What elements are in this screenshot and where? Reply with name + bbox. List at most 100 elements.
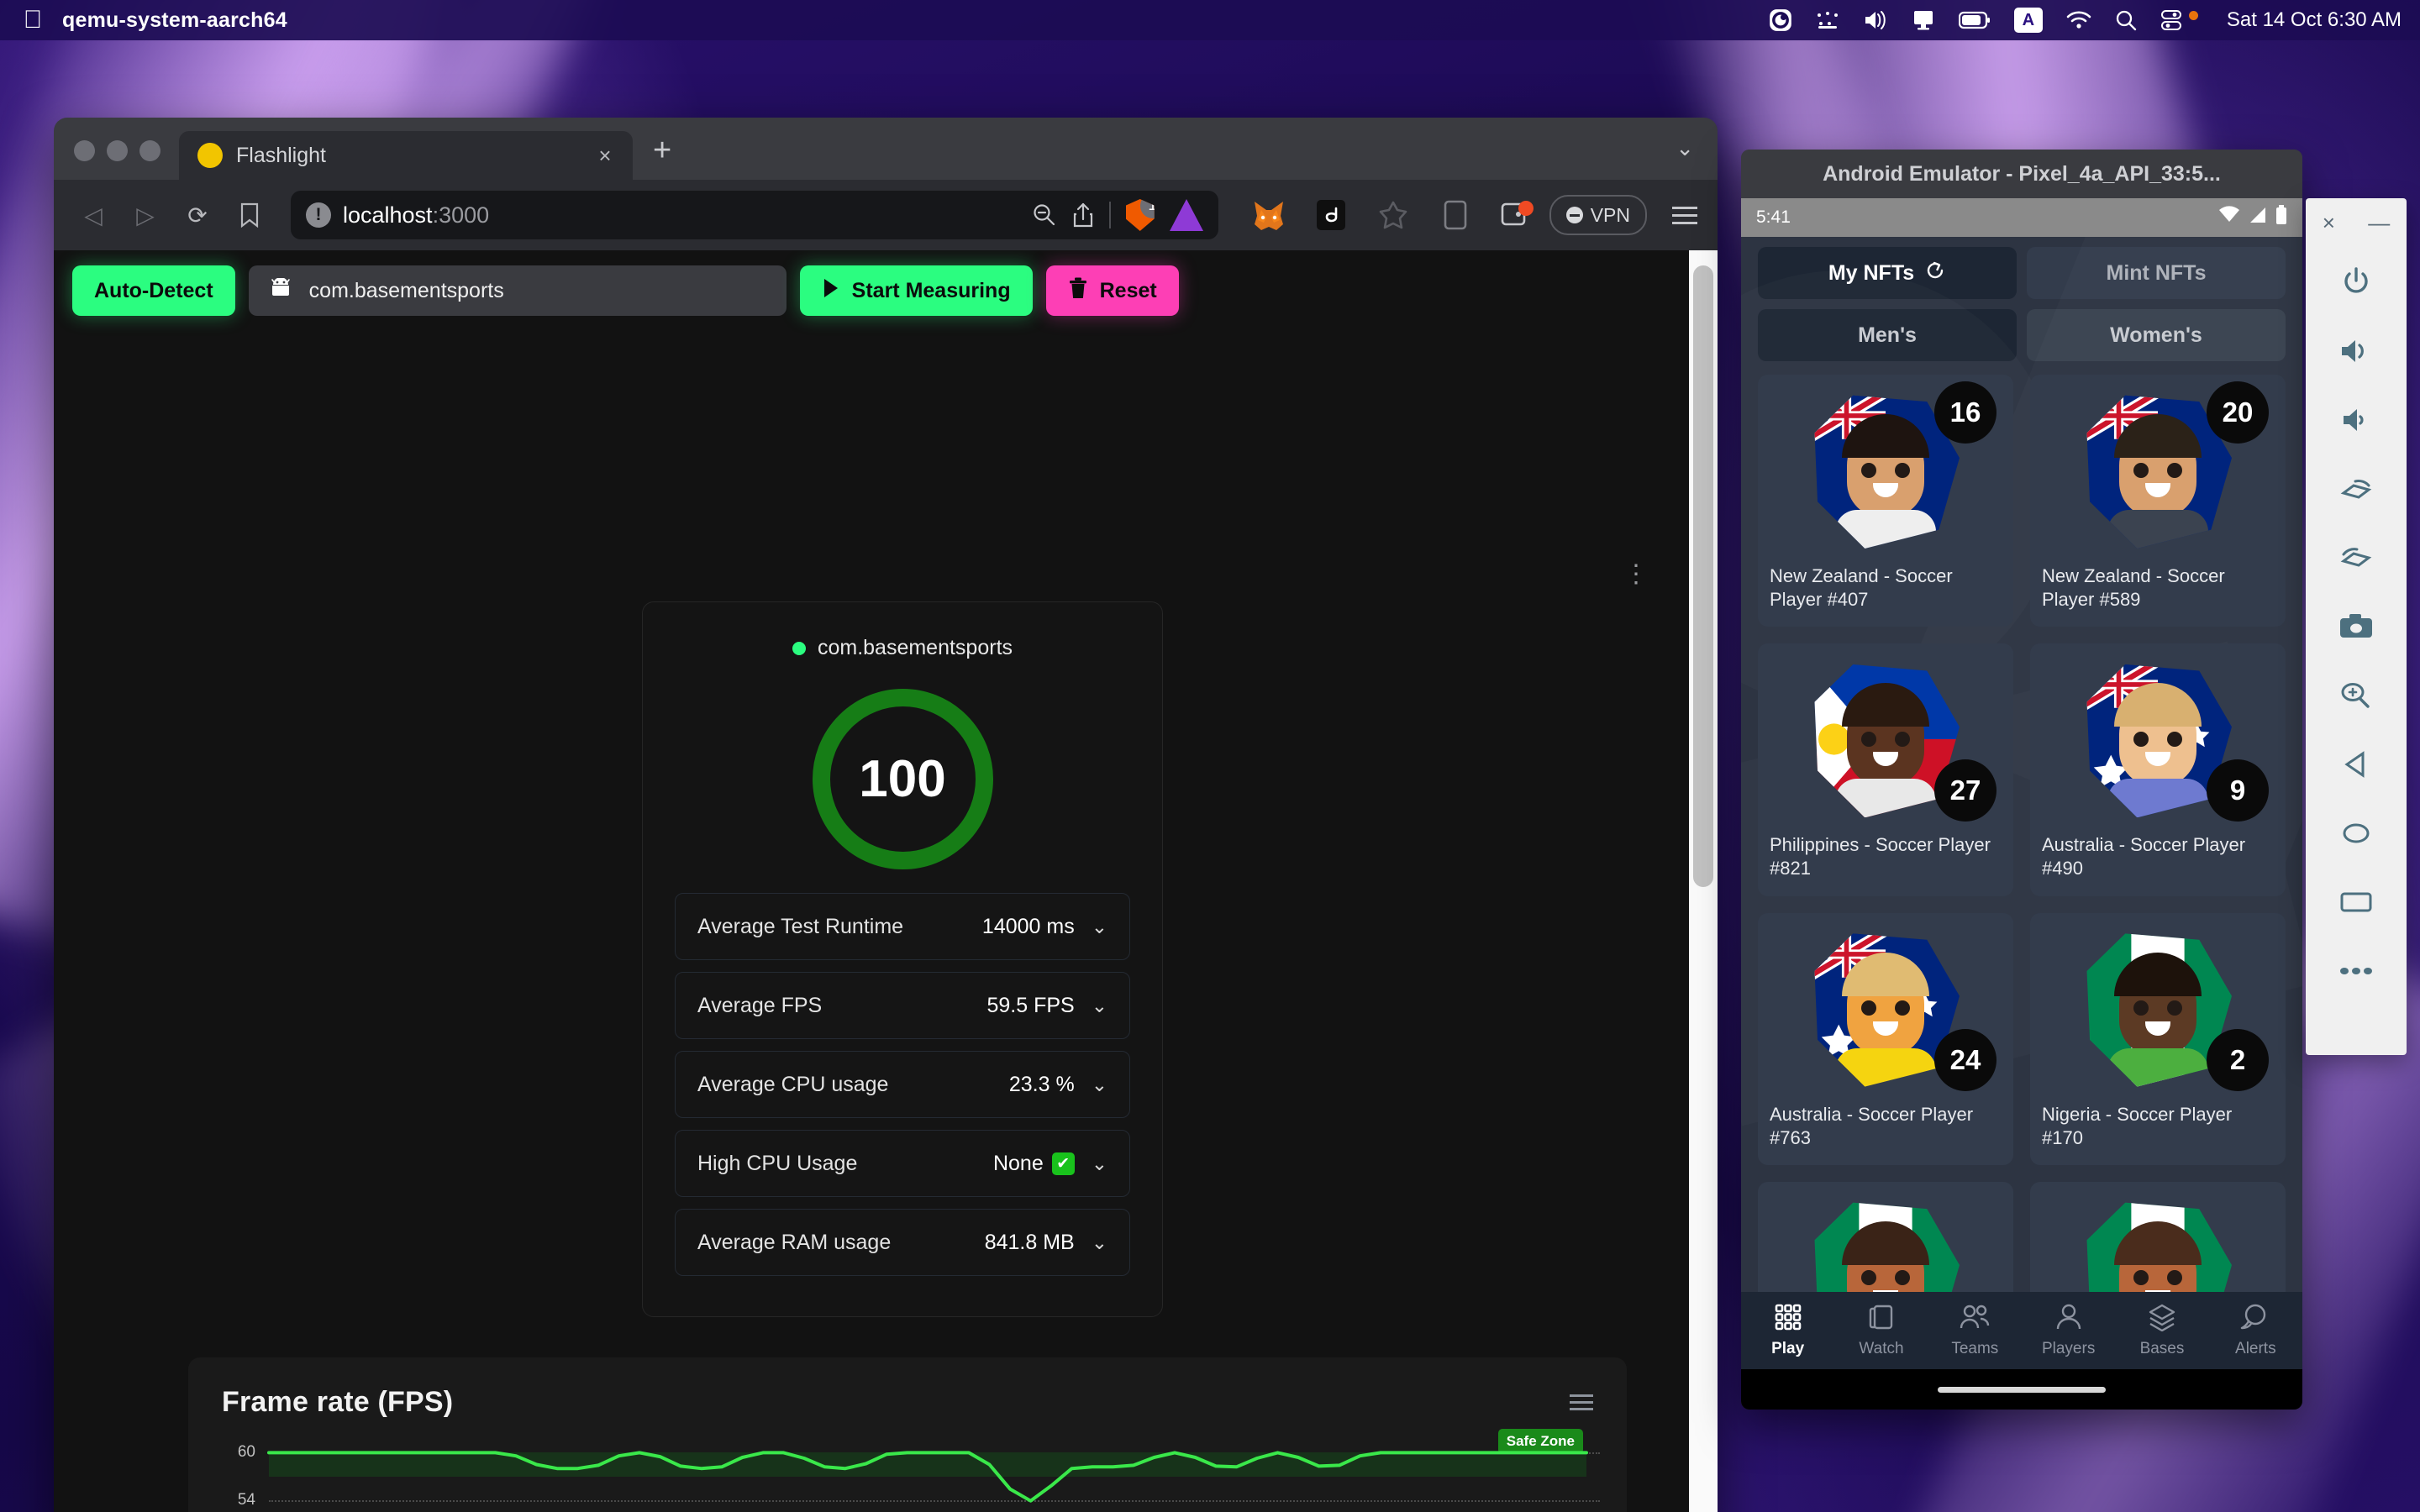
wifi-icon[interactable] <box>2066 6 2091 34</box>
chevron-down-icon[interactable]: ⌄ <box>1092 1231 1107 1254</box>
sidebar-panel-icon[interactable] <box>1437 197 1474 234</box>
nav-item-label: Bases <box>2139 1340 2185 1357</box>
chart-menu-icon[interactable] <box>1570 1394 1593 1410</box>
android-robot-icon <box>267 276 294 304</box>
nft-card[interactable]: 20 New Zealand - Soccer Player #589 <box>2030 375 2286 627</box>
back-button[interactable]: ◁ <box>74 196 113 234</box>
hamburger-menu-icon[interactable] <box>1672 206 1697 224</box>
braille-dots-icon[interactable] <box>1816 6 1839 34</box>
nav-item-alerts[interactable]: Alerts <box>2209 1303 2302 1358</box>
emulator-minimize-button[interactable]: — <box>2368 210 2390 236</box>
refresh-icon[interactable] <box>1924 260 1946 287</box>
control-center-icon[interactable] <box>2160 6 2182 34</box>
chevron-down-icon[interactable]: ⌄ <box>1092 1074 1107 1096</box>
nav-item-bases[interactable]: Bases <box>2115 1303 2208 1358</box>
score-gauge-wrap: 100 <box>675 689 1130 869</box>
nft-card[interactable]: 16 New Zealand - Soccer Player #407 <box>1758 375 2013 627</box>
browser-tab[interactable]: Flashlight × <box>179 131 633 180</box>
menubar-status-area: A Sat 14 Oct 6:30 AM <box>1769 6 2402 34</box>
search-icon[interactable] <box>2115 6 2137 34</box>
vpn-button[interactable]: VPN <box>1549 195 1647 235</box>
metric-value-text: 59.5 FPS <box>986 993 1075 1017</box>
zoom-window-button[interactable] <box>139 140 160 161</box>
zoom-out-icon[interactable] <box>1032 202 1057 228</box>
rotate-right-icon[interactable] <box>2325 523 2387 592</box>
package-name-field[interactable]: com.basementsports <box>248 265 786 316</box>
score-gauge: 100 <box>812 689 993 869</box>
power-icon[interactable] <box>2325 248 2387 317</box>
metric-value: 841.8 MB <box>985 1231 1075 1255</box>
metric-label: High CPU Usage <box>697 1151 858 1175</box>
nft-card[interactable]: 24 Australia - Soccer Player #763 <box>1758 912 2013 1165</box>
nft-card[interactable]: 27 Philippines - Soccer Player #821 <box>1758 643 2013 896</box>
volume-icon[interactable] <box>1863 6 1888 34</box>
nav-item-players[interactable]: Players <box>2022 1303 2115 1358</box>
nav-item-teams[interactable]: Teams <box>1928 1303 2022 1358</box>
page-scrollbar-thumb[interactable] <box>1693 265 1713 887</box>
metric-row[interactable]: High CPU Usage None ✔ ⌄ <box>675 1130 1130 1197</box>
star-outline-icon[interactable] <box>1375 197 1412 234</box>
nav-item-watch[interactable]: Watch <box>1834 1303 1928 1358</box>
more-vertical-icon[interactable]: ⋮ <box>1623 562 1649 586</box>
share-icon[interactable] <box>1072 202 1094 228</box>
volume-up-icon[interactable] <box>2325 317 2387 386</box>
bookmark-icon[interactable] <box>230 196 269 234</box>
battery-icon[interactable] <box>1958 6 1991 34</box>
emulator-close-button[interactable]: × <box>2323 210 2335 236</box>
metric-label: Average FPS <box>697 993 823 1017</box>
menubar-clock[interactable]: Sat 14 Oct 6:30 AM <box>2227 8 2402 32</box>
more-dots-icon[interactable] <box>2325 937 2387 1005</box>
back-triangle-icon[interactable] <box>2325 730 2387 799</box>
reload-button[interactable]: ⟳ <box>178 196 217 234</box>
metric-label: Average CPU usage <box>697 1072 889 1096</box>
reset-label: Reset <box>1099 278 1157 302</box>
emulator-window-controls: × — <box>2306 207 2407 248</box>
aave-ghost-icon[interactable] <box>1313 197 1349 234</box>
metrics-card: com.basementsports 100 Average Test Runt… <box>642 601 1163 1317</box>
metric-value: 23.3 % <box>1009 1073 1075 1097</box>
close-window-button[interactable] <box>74 140 95 161</box>
new-tab-button[interactable]: + <box>633 134 687 180</box>
nav-item-play[interactable]: Play <box>1741 1303 1834 1358</box>
triangle-logo-icon[interactable] <box>1169 199 1203 231</box>
forward-button[interactable]: ▷ <box>126 196 165 234</box>
reset-button[interactable]: Reset <box>1045 265 1179 316</box>
chevron-down-icon[interactable]: ⌄ <box>1092 995 1107 1017</box>
gesture-pill[interactable] <box>1938 1386 2106 1393</box>
overview-square-icon[interactable] <box>2325 868 2387 937</box>
close-tab-button[interactable]: × <box>592 143 618 169</box>
screen-recorder-icon[interactable] <box>1769 6 1792 34</box>
screenshot-camera-icon[interactable] <box>2325 592 2387 661</box>
input-source-icon[interactable]: A <box>2013 8 2043 33</box>
zoom-in-icon[interactable] <box>2325 661 2387 730</box>
brave-shields-icon[interactable]: 1 <box>1125 199 1155 231</box>
display-icon[interactable] <box>1912 6 1935 34</box>
nft-card[interactable]: 9 Australia - Soccer Player #490 <box>2030 643 2286 896</box>
nav-item-label: Teams <box>1951 1340 1999 1357</box>
wallet-icon[interactable] <box>1499 197 1536 234</box>
metric-row[interactable]: Average RAM usage 841.8 MB ⌄ <box>675 1209 1130 1276</box>
nft-card[interactable]: 2 Nigeria - Soccer Player #170 <box>2030 912 2286 1165</box>
metric-value: 59.5 FPS <box>986 994 1074 1018</box>
metric-label: Average Test Runtime <box>697 914 904 938</box>
metric-row[interactable]: Average FPS 59.5 FPS ⌄ <box>675 972 1130 1039</box>
start-measuring-label: Start Measuring <box>851 278 1011 302</box>
start-measuring-button[interactable]: Start Measuring <box>799 265 1033 316</box>
rotate-left-icon[interactable] <box>2325 454 2387 523</box>
chevron-down-icon[interactable]: ⌄ <box>1092 916 1107 938</box>
window-traffic-lights[interactable] <box>74 140 179 180</box>
minimize-window-button[interactable] <box>107 140 128 161</box>
chevron-down-icon[interactable]: ⌄ <box>1676 135 1718 180</box>
address-bar[interactable]: ! localhost:3000 1 <box>291 191 1218 239</box>
android-status-bar: 5:41 <box>1741 198 2302 237</box>
metamask-fox-icon[interactable] <box>1250 197 1287 234</box>
metric-row[interactable]: Average Test Runtime 14000 ms ⌄ <box>675 893 1130 960</box>
chevron-down-icon[interactable]: ⌄ <box>1092 1152 1107 1175</box>
home-circle-icon[interactable] <box>2325 799 2387 868</box>
auto-detect-button[interactable]: Auto-Detect <box>72 265 235 316</box>
volume-down-icon[interactable] <box>2325 386 2387 454</box>
chart-plot-area: 605448423630Safe Zone <box>222 1429 1600 1512</box>
not-secure-icon[interactable]: ! <box>306 202 331 228</box>
metric-row[interactable]: Average CPU usage 23.3 % ⌄ <box>675 1051 1130 1118</box>
apple-logo-icon[interactable]:  <box>18 8 47 33</box>
